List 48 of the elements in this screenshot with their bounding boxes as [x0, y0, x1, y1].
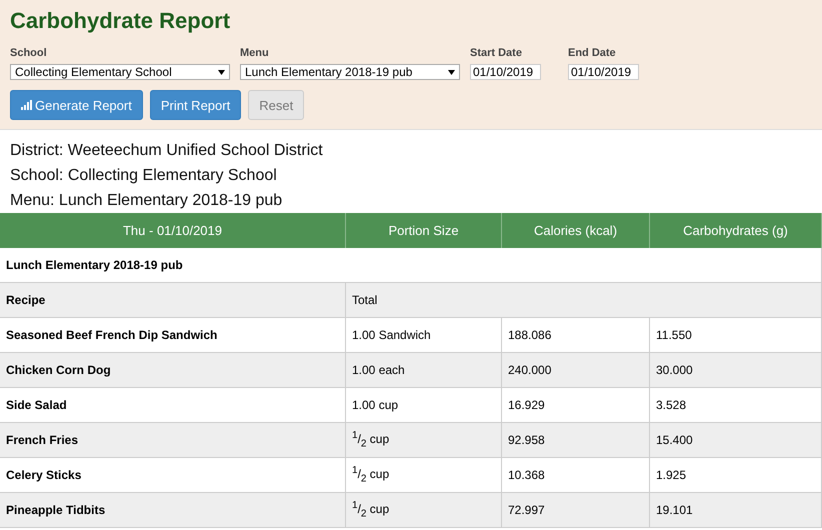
- report-button[interactable]: Generate Report: [10, 90, 143, 120]
- field-label: Start Date: [470, 47, 523, 59]
- table-cell: 1.00 Sandwich: [346, 318, 502, 353]
- table-cell: $^{1}$/$_{2}$ cup: [346, 493, 502, 528]
- table-cell: Pineapple Tidbits: [0, 493, 346, 528]
- date-field[interactable]: 01/10/2019: [568, 64, 639, 80]
- table-cell: 72.997: [502, 493, 650, 528]
- report-button[interactable]: Print Report: [150, 90, 242, 120]
- table-cell: Side Salad: [0, 388, 346, 423]
- date-field[interactable]: 01/10/2019: [470, 64, 541, 80]
- table-cell: 92.958: [502, 423, 650, 458]
- page-title: Carbohydrate Report: [10, 8, 230, 34]
- table-cell: 3.528: [650, 388, 822, 423]
- column-header: Calories (kcal): [502, 213, 650, 248]
- dropdown[interactable]: Collecting Elementary School: [10, 64, 230, 80]
- table-cell: 1.00 cup: [346, 388, 502, 423]
- column-header: Thu - 01/10/2019: [0, 213, 346, 248]
- dropdown[interactable]: Lunch Elementary 2018-19 pub: [240, 64, 460, 80]
- table-cell: 15.400: [650, 423, 822, 458]
- table-cell: 240.000: [502, 353, 650, 388]
- table-cell: 11.550: [650, 318, 822, 353]
- table-cell: Seasoned Beef French Dip Sandwich: [0, 318, 346, 353]
- table-cell: $^{1}$/$_{2}$ cup: [346, 423, 502, 458]
- report-info: Menu: Lunch Elementary 2018-19 pub: [10, 192, 284, 210]
- section-title: Lunch Elementary 2018-19 pub: [0, 248, 822, 283]
- dropdown-caret-icon: [218, 70, 225, 74]
- table-cell: Recipe: [0, 283, 346, 318]
- table-cell: 19.101: [650, 493, 822, 528]
- table-cell: 10.368: [502, 458, 650, 493]
- field-label: End Date: [568, 47, 617, 59]
- table-cell: Total: [346, 283, 822, 318]
- column-header: Carbohydrates (g): [650, 213, 822, 248]
- table-cell: 16.929: [502, 388, 650, 423]
- field-label: Menu: [240, 47, 270, 59]
- dropdown-caret-icon: [448, 70, 455, 74]
- table-cell: 1.00 each: [346, 353, 502, 388]
- table-cell: 1.925: [650, 458, 822, 493]
- table-cell: 30.000: [650, 353, 822, 388]
- table-cell: Chicken Corn Dog: [0, 353, 346, 388]
- table-cell: 188.086: [502, 318, 650, 353]
- table-cell: $^{1}$/$_{2}$ cup: [346, 458, 502, 493]
- table-cell: Celery Sticks: [0, 458, 346, 493]
- report-info: School: Collecting Elementary School: [10, 167, 278, 185]
- field-label: School: [10, 47, 48, 59]
- report-info: District: Weeteechum Unified School District: [10, 142, 324, 160]
- column-header: Portion Size: [346, 213, 502, 248]
- table-cell: French Fries: [0, 423, 346, 458]
- report-button[interactable]: Reset: [248, 90, 304, 120]
